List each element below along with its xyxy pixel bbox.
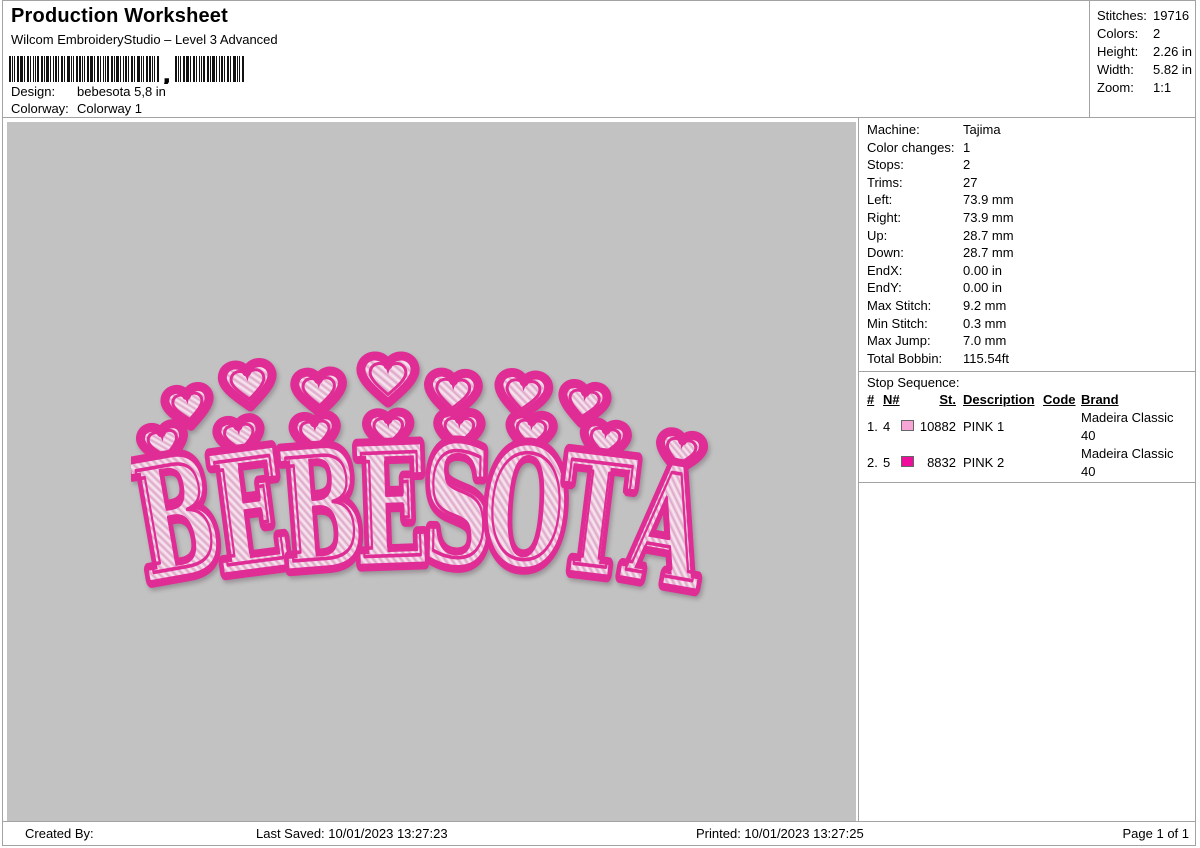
col-brand: Brand — [1081, 392, 1119, 408]
header: Production Worksheet Wilcom EmbroiderySt… — [3, 1, 1195, 118]
col-num: # — [867, 392, 875, 408]
detail-endx: EndX: 0.00 in — [867, 262, 1003, 278]
barcode-segment-1 — [9, 56, 159, 82]
colorway-value: Colorway 1 — [77, 101, 143, 116]
app-subtitle: Wilcom EmbroideryStudio – Level 3 Advanc… — [11, 32, 278, 47]
stop-sequence-row: 1. 4 10882 PINK 1 Madeira Classic 40 — [867, 410, 1174, 444]
printed-text: Printed: 10/01/2023 13:27:25 — [696, 826, 864, 841]
machine-details-list: Machine: Tajima Color changes: 1 Stops: 2 T… — [859, 118, 1195, 367]
barcode-segment-2 — [175, 56, 244, 82]
stat-zoom: Zoom: 1:1 — [1097, 80, 1172, 95]
barcode: , — [9, 56, 244, 84]
page-number: Page 1 of 1 — [1122, 826, 1190, 841]
col-needle: N# — [883, 392, 900, 408]
floating-heart-icon — [221, 361, 275, 409]
detail-min-stitch: Min Stitch: 0.3 mm — [867, 315, 1007, 331]
page-title: Production Worksheet — [11, 5, 228, 27]
colorway-row: Colorway: Colorway 1 — [11, 101, 142, 117]
detail-color-changes: Color changes: 1 — [867, 139, 971, 155]
stop-sequence-divider — [859, 482, 1195, 484]
design-label: Design: — [11, 84, 56, 99]
thread-swatch-pink1 — [901, 420, 914, 432]
stat-width: Width: 5.82 in — [1097, 62, 1193, 77]
floating-heart-icon — [361, 356, 415, 403]
design-letter-E: EE — [345, 406, 437, 609]
production-worksheet-page: Production Worksheet Wilcom EmbroiderySt… — [2, 0, 1196, 846]
stop-sequence-row: 2. 5 8832 PINK 2 Madeira Classic 40 — [867, 446, 1174, 480]
stat-height: Height: 2.26 in — [1097, 44, 1193, 59]
footer-bar: Created By: Last Saved: 10/01/2023 13:27… — [3, 821, 1195, 845]
thread-swatch-pink2 — [901, 456, 914, 468]
col-stitches: St. — [939, 392, 956, 408]
floating-heart-icon — [294, 370, 344, 414]
detail-stops: Stops: 2 — [867, 157, 971, 173]
detail-total-bobbin: Total Bobbin: 115.54ft — [867, 350, 1010, 366]
last-saved-text: Last Saved: 10/01/2023 13:27:23 — [256, 826, 448, 841]
design-canvas: BBEEBBEESSOOTTAA — [7, 122, 856, 821]
barcode-separator: , — [162, 60, 172, 84]
stop-sequence-title: Stop Sequence: — [867, 375, 960, 391]
svg-text:E: E — [356, 421, 427, 591]
stats-box: Stitches: 19716 Colors: 2 Height: 2.26 in W… — [1089, 1, 1195, 117]
stop-sequence-section: Stop Sequence: # N# St. Description Code… — [859, 371, 1195, 484]
design-value: bebesota 5,8 in — [77, 84, 166, 99]
detail-trims: Trims: 27 — [867, 174, 978, 190]
detail-machine: Machine: Tajima — [867, 122, 1001, 137]
design-name-row: Design: bebesota 5,8 in — [11, 84, 166, 100]
detail-max-jump: Max Jump: 7.0 mm — [867, 333, 1007, 349]
detail-endy: EndY: 0.00 in — [867, 280, 1003, 296]
design-word: BBEEBBEESSOOTTAA — [131, 356, 728, 633]
stat-colors: Colors: 2 — [1097, 26, 1161, 41]
stat-stitches: Stitches: 19716 — [1097, 8, 1190, 23]
detail-up: Up: 28.7 mm — [867, 227, 1014, 243]
svg-text:B: B — [279, 423, 364, 595]
machine-details-panel: Machine: Tajima Color changes: 1 Stops: 2 T… — [858, 118, 1195, 822]
detail-right: Right: 73.9 mm — [867, 209, 1014, 225]
embroidery-design: BBEEBBEESSOOTTAA — [131, 344, 728, 633]
colorway-label: Colorway: — [11, 101, 69, 116]
detail-left: Left: 73.9 mm — [867, 192, 1014, 208]
created-by-label: Created By: — [25, 826, 94, 841]
detail-down: Down: 28.7 mm — [867, 245, 1014, 261]
col-code: Code — [1043, 392, 1076, 408]
col-description: Description — [963, 392, 1035, 408]
stop-sequence-header: # N# St. Description Code Brand — [867, 391, 1191, 409]
detail-max-stitch: Max Stitch: 9.2 mm — [867, 297, 1007, 313]
